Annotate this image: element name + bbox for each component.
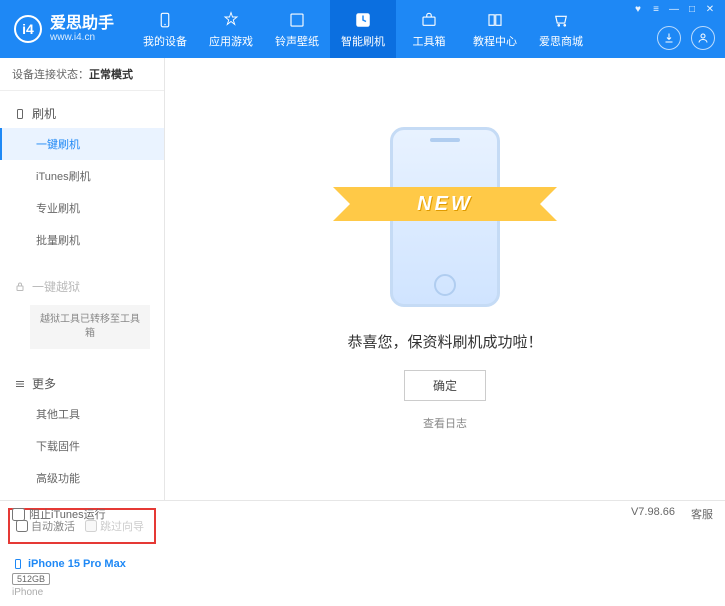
section-flash[interactable]: 刷机 — [0, 99, 164, 128]
device-info: iPhone 15 Pro Max 512GB iPhone — [0, 550, 164, 606]
success-message: 恭喜您，保资料刷机成功啦！ — [347, 331, 542, 352]
nav-ringtones[interactable]: 铃声壁纸 — [264, 0, 330, 58]
nav-apps[interactable]: 应用游戏 — [198, 0, 264, 58]
version-label: V7.98.66 — [631, 506, 675, 522]
sidebar-item-batch-flash[interactable]: 批量刷机 — [0, 224, 164, 256]
minimize-btn[interactable]: — — [667, 4, 681, 15]
sidebar-item-pro-flash[interactable]: 专业刷机 — [0, 192, 164, 224]
nav-store[interactable]: 爱思商城 — [528, 0, 594, 58]
success-illustration: NEW — [370, 127, 520, 307]
user-btn[interactable] — [691, 26, 715, 50]
connection-status: 设备连接状态：正常模式 — [0, 58, 164, 91]
section-more[interactable]: 更多 — [0, 369, 164, 398]
app-name: 爱思助手 — [50, 15, 114, 33]
sidebar-item-other-tools[interactable]: 其他工具 — [0, 398, 164, 430]
more-icon — [14, 378, 26, 390]
new-banner: NEW — [350, 187, 540, 221]
device-name[interactable]: iPhone 15 Pro Max — [12, 558, 152, 570]
nav-toolbox[interactable]: 工具箱 — [396, 0, 462, 58]
phone-icon — [14, 108, 26, 120]
sidebar: 设备连接状态：正常模式 刷机 一键刷机 iTunes刷机 专业刷机 批量刷机 一… — [0, 58, 165, 500]
nav-tutorials[interactable]: 教程中心 — [462, 0, 528, 58]
maximize-btn[interactable]: □ — [685, 4, 699, 15]
apps-icon — [221, 10, 241, 30]
app-logo: i4 爱思助手 www.i4.cn — [0, 15, 132, 44]
footer-support[interactable]: 客服 — [691, 506, 713, 522]
menu-btn[interactable]: ≡ — [649, 4, 663, 15]
book-icon — [485, 10, 505, 30]
storage-badge: 512GB — [12, 573, 50, 585]
main-content: NEW 恭喜您，保资料刷机成功啦！ 确定 查看日志 — [165, 58, 725, 500]
app-header: i4 爱思助手 www.i4.cn 我的设备 应用游戏 铃声壁纸 智能刷机 工具… — [0, 0, 725, 58]
header-actions — [657, 26, 715, 50]
nav-flash[interactable]: 智能刷机 — [330, 0, 396, 58]
device-icon — [155, 10, 175, 30]
cart-icon — [551, 10, 571, 30]
jailbreak-note: 越狱工具已转移至工具箱 — [30, 305, 150, 349]
flash-icon — [353, 10, 373, 30]
nav-my-device[interactable]: 我的设备 — [132, 0, 198, 58]
sidebar-item-advanced[interactable]: 高级功能 — [0, 462, 164, 494]
sidebar-item-oneclick-flash[interactable]: 一键刷机 — [0, 128, 164, 160]
lock-btn[interactable]: ♥ — [631, 4, 645, 15]
checkbox-block-itunes[interactable]: 阻止iTunes运行 — [12, 506, 106, 522]
wallpaper-icon — [287, 10, 307, 30]
window-controls: ♥ ≡ — □ ✕ — [631, 4, 717, 15]
sidebar-item-download-fw[interactable]: 下载固件 — [0, 430, 164, 462]
section-jailbreak[interactable]: 一键越狱 — [0, 272, 164, 301]
ok-button[interactable]: 确定 — [404, 370, 486, 401]
lock-icon — [14, 281, 26, 293]
app-url: www.i4.cn — [50, 32, 114, 43]
device-icon — [12, 558, 24, 570]
view-log-link[interactable]: 查看日志 — [423, 415, 467, 431]
download-btn[interactable] — [657, 26, 681, 50]
logo-icon: i4 — [14, 15, 42, 43]
toolbox-icon — [419, 10, 439, 30]
close-btn[interactable]: ✕ — [703, 4, 717, 15]
device-type: iPhone — [12, 587, 152, 598]
sidebar-item-itunes-flash[interactable]: iTunes刷机 — [0, 160, 164, 192]
top-nav: 我的设备 应用游戏 铃声壁纸 智能刷机 工具箱 教程中心 爱思商城 — [132, 0, 594, 58]
